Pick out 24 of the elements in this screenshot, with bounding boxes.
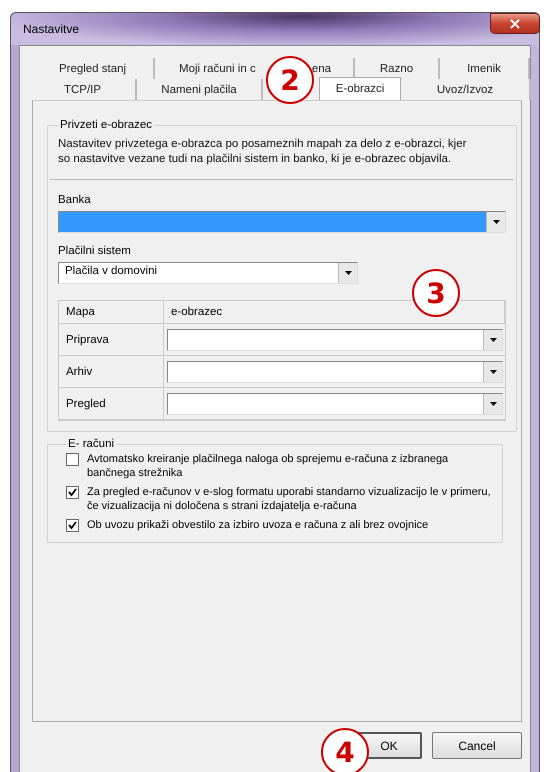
bank-dropdown[interactable] (58, 211, 506, 233)
payment-system-dropdown[interactable]: Plačila v domovini (58, 262, 358, 284)
table-cell: Arhiv (59, 356, 164, 388)
checkbox[interactable] (66, 486, 79, 499)
window-title: Nastavitve (23, 22, 80, 36)
field-label: Plačilni sistem (58, 245, 132, 257)
form-dropdown[interactable] (167, 360, 503, 382)
form-dropdown[interactable] (167, 392, 503, 414)
cancel-button[interactable]: Cancel (432, 732, 522, 759)
table-cell: Priprava (59, 324, 164, 356)
group-title: Privzeti e-obrazec (59, 119, 154, 131)
checkbox-label: Avtomatsko kreiranje plačilnega naloga ob sprejemu e-računa z izbranega bančnega strežnika (87, 452, 450, 480)
close-button[interactable]: × (490, 13, 540, 34)
description-text: Nastavitev privzetega e-obrazca po posameznih mapah za delo z e-obrazci, kjer so nastavitve vezane tudi na plačilni sistem in banko, ki je e-obrazec objavila. (58, 137, 468, 167)
field-label: Banka (58, 194, 92, 206)
checkbox-label: Za pregled e-računov v e-slog formatu uporabi standarno vizualizacijo le v primeru, če vizualizacija ni določena s strani izdajatelja e-računa (87, 485, 492, 513)
table-cell: Pregled (59, 388, 164, 420)
form-dropdown[interactable] (167, 328, 503, 350)
tab[interactable]: E-obrazci (319, 77, 401, 100)
column-header: Mapa (59, 301, 164, 324)
checkbox[interactable] (66, 453, 79, 466)
checkbox-label: Ob uvozu prikaži obvestilo za izbiro uvoza e računa z ali brez ovojnice (87, 518, 428, 532)
group-title: E- računi (67, 438, 116, 450)
checkbox[interactable] (66, 519, 79, 532)
